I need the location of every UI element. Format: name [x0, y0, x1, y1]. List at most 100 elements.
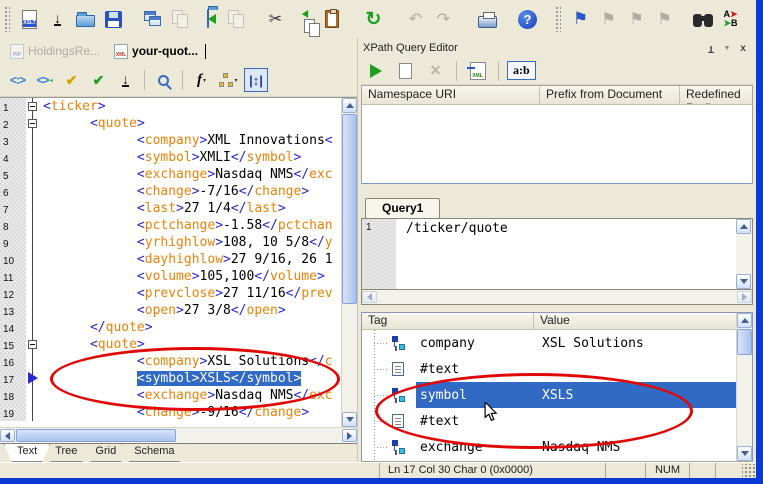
result-value[interactable]	[534, 408, 736, 434]
validate-button[interactable]: ✔	[87, 68, 110, 92]
result-row[interactable]: exchangeNasdaq NMS	[362, 434, 736, 460]
code-text[interactable]: <open>27 3/8</open>	[41, 302, 286, 319]
code-line[interactable]: 13 <open>27 3/8</open>	[0, 302, 341, 319]
next-bookmark-button[interactable]: ⚑	[596, 6, 621, 32]
view-tab-schema[interactable]: Schema	[121, 444, 187, 462]
scroll-left-button[interactable]	[0, 429, 15, 442]
code-line[interactable]: 17 <symbol>XSLS</symbol>	[0, 370, 341, 387]
panel-titlebar[interactable]: XPath Query Editor T ▼ x	[361, 39, 753, 57]
open-file-button[interactable]	[73, 6, 98, 32]
bookmark-button[interactable]: ⚑	[568, 6, 593, 32]
fold-gutter[interactable]	[26, 387, 41, 404]
result-row[interactable]: #text	[362, 408, 736, 434]
function-menu-button[interactable]: f▾	[190, 68, 213, 92]
results-vertical-scrollbar[interactable]	[736, 313, 752, 461]
import-button[interactable]: ↓	[45, 6, 70, 32]
scroll-down-button[interactable]	[736, 274, 751, 289]
fold-gutter[interactable]	[26, 251, 41, 268]
toolbar-grip[interactable]	[4, 6, 10, 32]
fold-gutter[interactable]	[26, 319, 41, 336]
code-text[interactable]: <ticker>	[41, 98, 106, 115]
result-tag[interactable]: company	[416, 330, 534, 356]
insert-button[interactable]: ↓	[114, 68, 137, 92]
code-line[interactable]: 16 <company>XSL Solutions</c	[0, 353, 341, 370]
code-line[interactable]: 8 <pctchange>-1.58</pctchan	[0, 217, 341, 234]
view-tab-text[interactable]: Text	[4, 444, 50, 462]
code-line[interactable]: 7 <last>27 1/4</last>	[0, 200, 341, 217]
code-line[interactable]: 18 <exchange>Nasdaq NMS</exc	[0, 387, 341, 404]
code-text[interactable]: <exchange>Nasdaq NMS</exc	[41, 387, 333, 404]
query-text[interactable]: /ticker/quote	[396, 219, 736, 289]
prev-bookmark-button[interactable]: ⚑	[624, 6, 649, 32]
editor-horizontal-scrollbar[interactable]	[0, 427, 357, 443]
refresh-button[interactable]: ↻	[361, 6, 386, 32]
fold-gutter[interactable]	[26, 302, 41, 319]
result-row[interactable]: companyXSL Solutions	[362, 330, 736, 356]
export-results-button[interactable]: XML	[465, 58, 490, 84]
code-text[interactable]: <quote>	[41, 115, 145, 132]
fold-gutter[interactable]	[26, 404, 41, 421]
code-text[interactable]: <dayhighlow>27 9/16, 26 1	[41, 251, 333, 268]
results-header-tag[interactable]: Tag	[362, 313, 534, 329]
code-line[interactable]: 15 <quote>	[0, 336, 341, 353]
code-text[interactable]: <change>-7/16</change>	[41, 183, 309, 200]
result-row[interactable]: symbolXSLS	[362, 382, 736, 408]
code-line[interactable]: 12 <prevclose>27 11/16</prev	[0, 285, 341, 302]
code-text[interactable]: <volume>105,100</volume>	[41, 268, 325, 285]
fold-collapse-icon[interactable]	[28, 340, 37, 349]
code-line[interactable]: 4 <symbol>XMLI</symbol>	[0, 149, 341, 166]
doc-tab-your-quotes[interactable]: XML your-quot...	[114, 44, 206, 59]
fold-gutter[interactable]	[26, 98, 41, 115]
new-query-button[interactable]	[393, 58, 418, 84]
editor-vertical-scrollbar[interactable]	[341, 98, 357, 427]
print-button[interactable]	[475, 6, 500, 32]
scroll-left-button[interactable]	[362, 291, 377, 303]
code-line[interactable]: 10 <dayhighlow>27 9/16, 26 1	[0, 251, 341, 268]
result-value[interactable]: Nasdaq NMS	[534, 434, 736, 460]
doc-tab-holdings[interactable]: PIP HoldingsRe...	[10, 44, 100, 59]
word-wrap-button[interactable]: <>◂	[33, 68, 56, 92]
toolbar-grip-2[interactable]	[555, 6, 561, 32]
code-text[interactable]: <company>XSL Solutions</c	[41, 353, 333, 370]
fold-gutter[interactable]	[26, 336, 41, 353]
fold-gutter[interactable]	[26, 268, 41, 285]
resize-grip-icon[interactable]	[742, 464, 756, 478]
result-tag[interactable]: #text	[416, 356, 534, 382]
query-horizontal-scrollbar[interactable]	[361, 290, 753, 305]
pretty-print-button[interactable]: <:>	[6, 68, 29, 92]
ns-header-prefix[interactable]: Prefix from Document	[540, 86, 680, 104]
query-tab-1[interactable]: Query1	[365, 198, 440, 218]
result-row[interactable]: #text	[362, 356, 736, 382]
replace-button[interactable]: A➤➤B	[718, 6, 743, 32]
view-tab-tree[interactable]: Tree	[42, 444, 90, 462]
fold-gutter[interactable]	[26, 217, 41, 234]
code-line[interactable]: 3 <company>XML Innovations<	[0, 132, 341, 149]
fold-collapse-icon[interactable]	[28, 102, 37, 111]
save-button[interactable]	[101, 6, 126, 32]
lock-window-button[interactable]	[223, 6, 248, 32]
query-vertical-scrollbar[interactable]	[736, 219, 752, 289]
result-value[interactable]	[534, 356, 736, 382]
panel-close-button[interactable]: x	[735, 41, 751, 55]
result-tag[interactable]: #text	[416, 408, 534, 434]
code-text[interactable]: </quote>	[41, 319, 153, 336]
namespace-prefix-toggle[interactable]: a:b	[507, 61, 536, 80]
code-text[interactable]: <change>-9/16</change>	[41, 404, 309, 421]
code-text[interactable]: <last>27 1/4</last>	[41, 200, 286, 217]
fold-gutter[interactable]	[26, 149, 41, 166]
help-button[interactable]: ?	[515, 6, 540, 32]
result-tag[interactable]: exchange	[416, 434, 534, 460]
result-value[interactable]: XSL Solutions	[534, 330, 736, 356]
fold-gutter[interactable]	[26, 370, 41, 387]
scroll-up-button[interactable]	[737, 313, 752, 328]
code-text[interactable]: <exchange>Nasdaq NMS</exc	[41, 166, 333, 183]
code-text[interactable]: <company>XML Innovations<	[41, 132, 333, 149]
pin-button[interactable]: T	[703, 41, 719, 55]
code-line[interactable]: 1<ticker>	[0, 98, 341, 115]
paste-button[interactable]	[319, 6, 344, 32]
code-line[interactable]: 19 <change>-9/16</change>	[0, 404, 341, 421]
schema-tree-button[interactable]: ▾	[217, 68, 240, 92]
check-wellformed-button[interactable]: ✔	[60, 68, 83, 92]
new-window-button[interactable]	[139, 6, 164, 32]
code-line[interactable]: 2 <quote>	[0, 115, 341, 132]
